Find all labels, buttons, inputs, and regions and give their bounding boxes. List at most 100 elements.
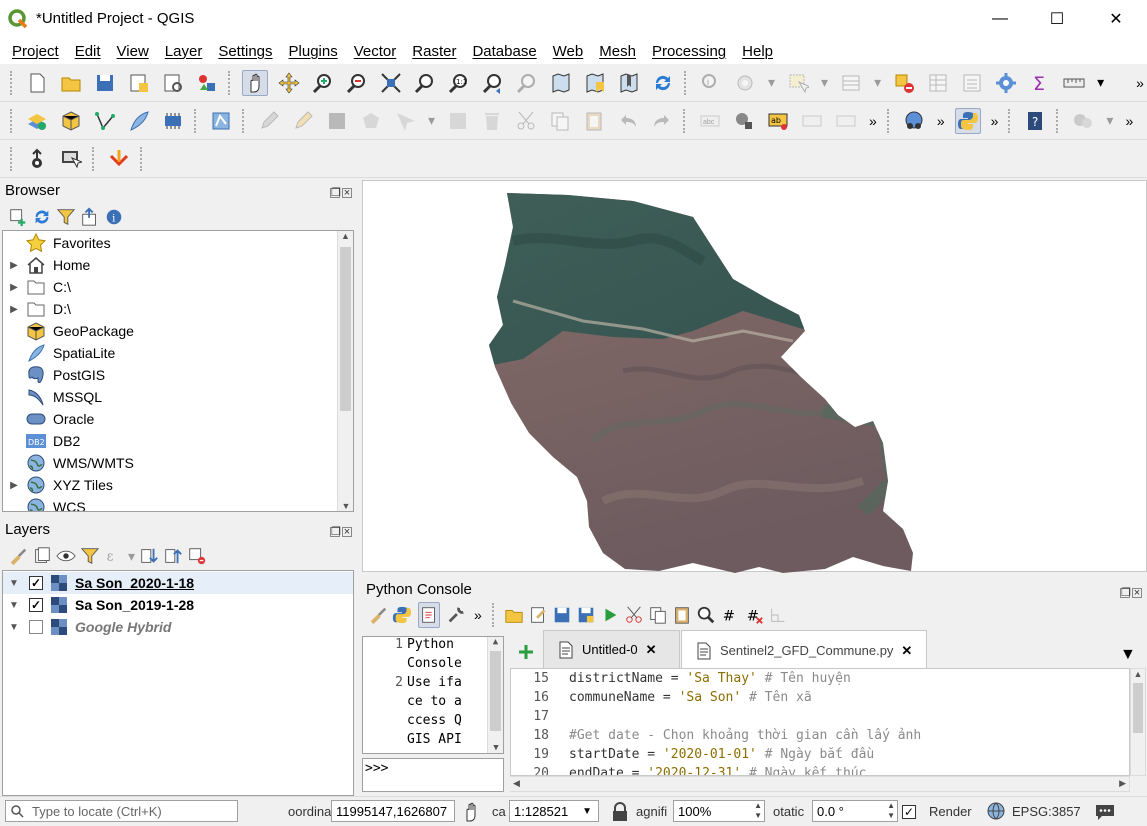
editor-vscrollbar[interactable]: ▲ bbox=[1130, 668, 1146, 776]
quickmapservices-icon[interactable] bbox=[901, 108, 927, 134]
browser-item-c[interactable]: ▶ C:\ bbox=[3, 276, 353, 298]
data-source-manager-icon[interactable] bbox=[24, 108, 50, 134]
plugin-tool-icon[interactable] bbox=[1070, 108, 1096, 134]
new-spatialite-layer-icon[interactable] bbox=[126, 108, 152, 134]
copy-icon[interactable] bbox=[648, 602, 668, 628]
close-panel-icon[interactable]: × bbox=[1132, 588, 1142, 599]
menu-edit[interactable]: Edit bbox=[67, 43, 109, 60]
style-manager-icon[interactable] bbox=[194, 70, 220, 96]
toolbar-overflow-icon[interactable]: » bbox=[937, 113, 945, 129]
layer-row[interactable]: ▼ ✓ Sa Son_2019-1-28 bbox=[3, 594, 353, 616]
menu-database[interactable]: Database bbox=[464, 43, 544, 60]
spin-arrows-icon[interactable]: ▲ ▼ bbox=[754, 801, 762, 821]
layout-manager-icon[interactable] bbox=[160, 70, 186, 96]
open-in-external-editor-icon[interactable] bbox=[528, 602, 548, 628]
cut-features-icon[interactable] bbox=[513, 108, 539, 134]
toolbar-overflow-icon[interactable]: » bbox=[1136, 75, 1144, 91]
menu-layer[interactable]: Layer bbox=[157, 43, 211, 60]
console-scrollbar[interactable]: ▲ ▼ bbox=[487, 637, 503, 753]
download-plugin-icon[interactable] bbox=[106, 146, 132, 172]
new-geopackage-layer-icon[interactable] bbox=[58, 108, 84, 134]
toggle-editing-icon[interactable] bbox=[290, 108, 316, 134]
refresh-icon[interactable] bbox=[32, 204, 52, 230]
expand-arrow-icon[interactable]: ▼ bbox=[3, 578, 25, 589]
scroll-thumb[interactable] bbox=[1133, 683, 1143, 733]
python-console-icon[interactable] bbox=[954, 107, 981, 134]
undo-icon[interactable] bbox=[615, 108, 641, 134]
scroll-up-icon[interactable]: ▲ bbox=[488, 637, 503, 651]
new-bookmark-icon[interactable] bbox=[582, 70, 608, 96]
dropdown-arrow-icon[interactable]: ▾ bbox=[1097, 74, 1104, 91]
new-map-view-icon[interactable] bbox=[548, 70, 574, 96]
zoom-to-selection-icon[interactable] bbox=[412, 70, 438, 96]
expand-arrow-icon[interactable]: ▼ bbox=[3, 600, 25, 611]
scroll-up-icon[interactable]: ▲ bbox=[1131, 669, 1145, 683]
add-selected-layers-icon[interactable] bbox=[8, 204, 28, 230]
redo-icon[interactable] bbox=[649, 108, 675, 134]
maximize-button[interactable]: ☐ bbox=[1034, 0, 1080, 38]
magnifier-spinbox[interactable]: 100% ▲ ▼ bbox=[673, 800, 765, 822]
run-script-icon[interactable] bbox=[600, 602, 620, 628]
browser-item-oracle[interactable]: Oracle bbox=[3, 408, 353, 430]
save-script-icon[interactable] bbox=[552, 602, 572, 628]
remove-layer-icon[interactable] bbox=[187, 543, 207, 569]
filter-legend-icon[interactable] bbox=[80, 543, 100, 569]
menu-help[interactable]: Help bbox=[734, 43, 781, 60]
georeference-plugin-icon[interactable] bbox=[24, 146, 50, 172]
locator-search-input[interactable]: Type to locate (Ctrl+K) bbox=[5, 800, 238, 822]
comment-icon[interactable]: # bbox=[720, 602, 740, 628]
paste-icon[interactable] bbox=[672, 602, 692, 628]
scroll-up-icon[interactable]: ▲ bbox=[338, 231, 353, 247]
statistical-summary-icon[interactable]: Σ bbox=[1027, 70, 1053, 96]
show-hide-labels-icon[interactable] bbox=[833, 108, 859, 134]
collapse-all-icon[interactable] bbox=[80, 204, 100, 230]
zoom-last-icon[interactable] bbox=[480, 70, 506, 96]
zoom-out-icon[interactable] bbox=[344, 70, 370, 96]
dropdown-arrow-icon[interactable]: ▼ bbox=[582, 806, 592, 817]
close-panel-icon[interactable]: × bbox=[342, 527, 352, 538]
expand-arrow-icon[interactable]: ▶ bbox=[3, 480, 25, 491]
spin-arrows-icon[interactable]: ▲ ▼ bbox=[887, 801, 895, 821]
layer-visibility-checkbox[interactable] bbox=[29, 620, 43, 634]
new-virtual-layer-icon[interactable] bbox=[160, 108, 186, 134]
menu-settings[interactable]: Settings bbox=[210, 43, 280, 60]
menu-view[interactable]: View bbox=[109, 43, 157, 60]
options-wrench-icon[interactable] bbox=[446, 602, 466, 628]
copy-features-icon[interactable] bbox=[547, 108, 573, 134]
editor-hscrollbar[interactable]: ◀ ▶ bbox=[510, 776, 1130, 792]
menu-processing[interactable]: Processing bbox=[644, 43, 734, 60]
editor-tab-untitled[interactable]: Untitled-0 ✕ bbox=[543, 630, 680, 668]
browser-item-xyz-tiles[interactable]: ▶ XYZ Tiles bbox=[3, 474, 353, 496]
select-features-icon[interactable] bbox=[785, 70, 811, 96]
uncomment-icon[interactable]: # bbox=[744, 602, 764, 628]
expand-arrow-icon[interactable]: ▼ bbox=[3, 622, 25, 633]
show-editor-icon[interactable] bbox=[418, 602, 440, 628]
dropdown-arrow-icon[interactable]: ▾ bbox=[128, 548, 135, 565]
tab-list-dropdown-icon[interactable]: ▼ bbox=[1120, 646, 1136, 664]
save-layer-edits-icon[interactable] bbox=[324, 108, 350, 134]
browser-item-home[interactable]: ▶ Home bbox=[3, 254, 353, 276]
render-checkbox[interactable]: ✓ bbox=[902, 805, 916, 819]
crs-globe-icon[interactable] bbox=[986, 801, 1008, 823]
editor-tab-sentinel[interactable]: Sentinel2_GFD_Commune.py ✕ bbox=[681, 630, 927, 670]
run-command-icon[interactable] bbox=[392, 602, 412, 628]
scroll-down-icon[interactable]: ▼ bbox=[338, 501, 353, 511]
close-tab-icon[interactable]: ✕ bbox=[646, 642, 657, 658]
filter-expression-icon[interactable]: ε bbox=[104, 543, 124, 569]
browser-item-db2[interactable]: DB2 DB2 bbox=[3, 430, 353, 452]
scroll-left-icon[interactable]: ◀ bbox=[513, 778, 520, 789]
browser-item-geopackage[interactable]: GeoPackage bbox=[3, 320, 353, 342]
crs-label[interactable]: EPSG:3857 bbox=[1012, 804, 1081, 819]
zoom-next-icon[interactable] bbox=[514, 70, 540, 96]
zoom-full-icon[interactable] bbox=[378, 70, 404, 96]
save-project-icon[interactable] bbox=[92, 70, 118, 96]
toolbar-overflow-icon[interactable]: » bbox=[869, 113, 877, 129]
add-group-icon[interactable] bbox=[32, 543, 52, 569]
layer-labeling-options-icon[interactable]: ab bbox=[765, 108, 791, 134]
help-contents-icon[interactable]: ? bbox=[1022, 108, 1048, 134]
vertex-tool-icon[interactable] bbox=[392, 108, 418, 134]
messages-icon[interactable] bbox=[1094, 801, 1116, 823]
layer-row[interactable]: ▼ ✓ Sa Son_2020-1-18 bbox=[3, 572, 353, 594]
scroll-thumb[interactable] bbox=[340, 247, 351, 411]
pan-to-selection-icon[interactable] bbox=[276, 70, 302, 96]
